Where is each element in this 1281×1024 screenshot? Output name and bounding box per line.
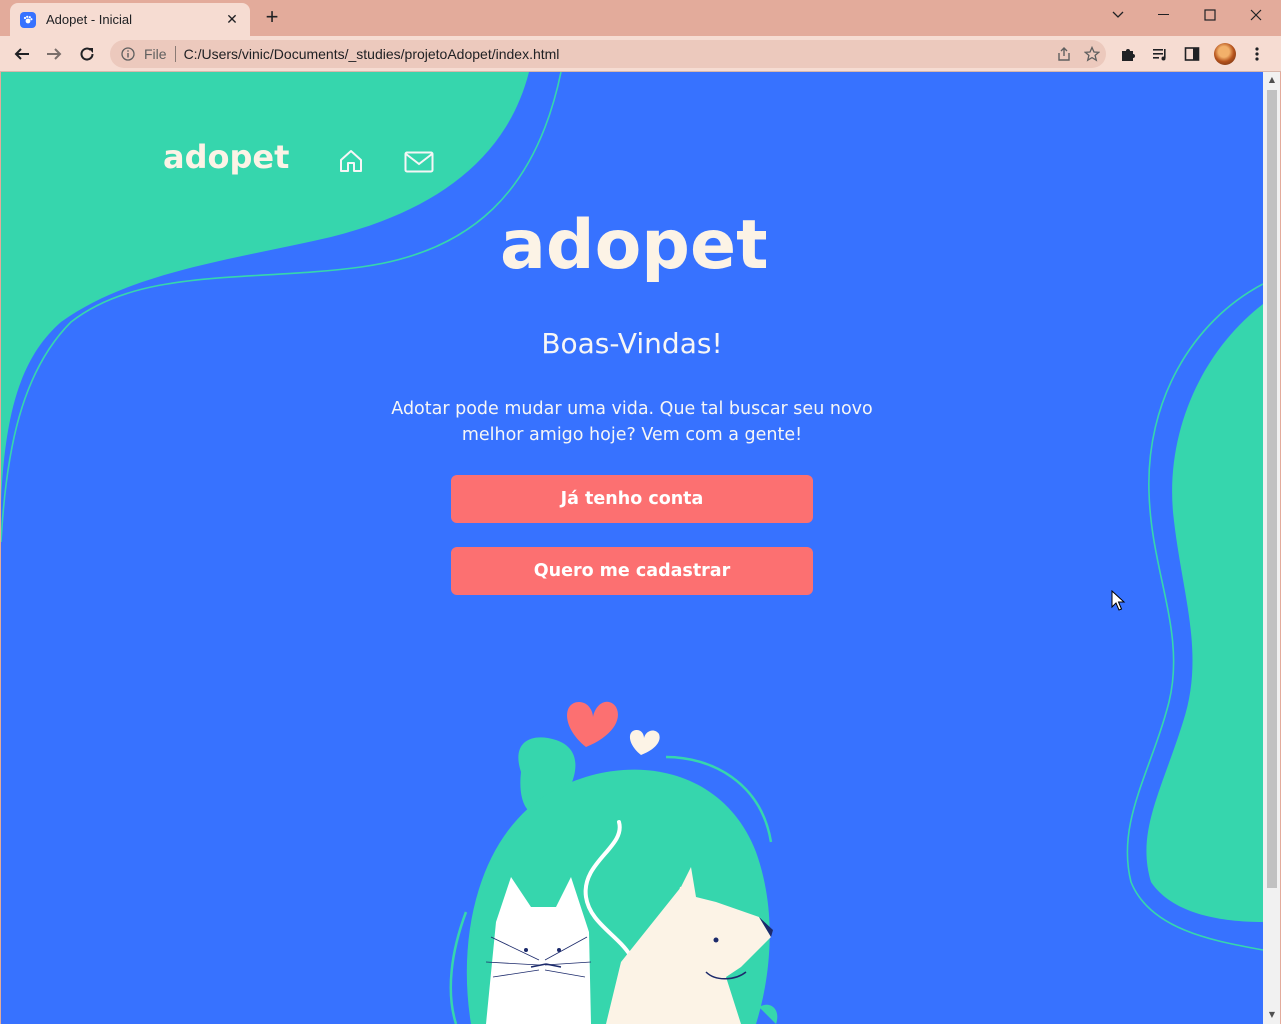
browser-toolbar: File C:/Users/vinic/Documents/_studies/p… [0, 36, 1281, 72]
tab-search-chevron-icon[interactable] [1095, 0, 1141, 30]
media-queue-icon[interactable] [1147, 41, 1173, 67]
side-panel-icon[interactable] [1179, 41, 1205, 67]
tab-title: Adopet - Inicial [46, 12, 132, 27]
red-heart-icon [567, 701, 618, 747]
address-bar[interactable]: File C:/Users/vinic/Documents/_studies/p… [110, 40, 1106, 68]
share-icon[interactable] [1050, 40, 1078, 68]
url-text[interactable]: C:/Users/vinic/Documents/_studies/projet… [184, 46, 1050, 62]
maximize-icon[interactable] [1187, 0, 1233, 30]
cream-heart-icon [629, 730, 660, 755]
browser-menu-icon[interactable] [1244, 41, 1270, 67]
scrollbar-thumb[interactable] [1267, 90, 1277, 888]
cat-and-dog-illustration [449, 701, 778, 1024]
minimize-icon[interactable] [1141, 0, 1187, 30]
url-separator [174, 46, 176, 62]
hero-logo: adopet [500, 208, 766, 284]
forward-arrow-icon[interactable] [41, 41, 67, 67]
tab-close-icon[interactable]: ✕ [224, 12, 240, 28]
scroll-up-arrow-icon[interactable]: ▲ [1267, 75, 1277, 85]
nav-logo[interactable]: adopet [161, 136, 293, 176]
home-icon[interactable] [338, 148, 364, 174]
svg-text:adopet: adopet [163, 138, 289, 176]
extensions-puzzle-icon[interactable] [1115, 41, 1141, 67]
welcome-title: Boas-Vindas! [541, 327, 723, 360]
reload-icon[interactable] [74, 41, 100, 67]
page-scrollbar[interactable]: ▲ ▼ [1263, 72, 1280, 1024]
scroll-down-arrow-icon[interactable]: ▼ [1267, 1010, 1277, 1020]
browser-tab[interactable]: Adopet - Inicial ✕ [10, 3, 250, 36]
browser-tab-strip: Adopet - Inicial ✕ + [0, 0, 1281, 36]
signup-button[interactable]: Quero me cadastrar [451, 547, 813, 595]
new-tab-button[interactable]: + [262, 6, 282, 28]
back-arrow-icon[interactable] [9, 41, 35, 67]
bookmark-star-icon[interactable] [1078, 40, 1106, 68]
welcome-description: Adotar pode mudar uma vida. Que tal busc… [391, 399, 873, 445]
profile-avatar[interactable] [1214, 43, 1236, 65]
mail-icon[interactable] [404, 151, 434, 173]
site-info-icon[interactable] [120, 46, 136, 62]
svg-text:adopet: adopet [500, 208, 766, 284]
page-viewport: adopet adopet Boas-Vindas! Adotar pode m… [1, 72, 1263, 1024]
login-button[interactable]: Já tenho conta [451, 475, 813, 523]
adopet-favicon-icon [20, 11, 36, 28]
mouse-cursor-icon [1111, 590, 1126, 611]
window-close-icon[interactable] [1233, 0, 1279, 30]
url-scheme-label: File [144, 46, 167, 62]
